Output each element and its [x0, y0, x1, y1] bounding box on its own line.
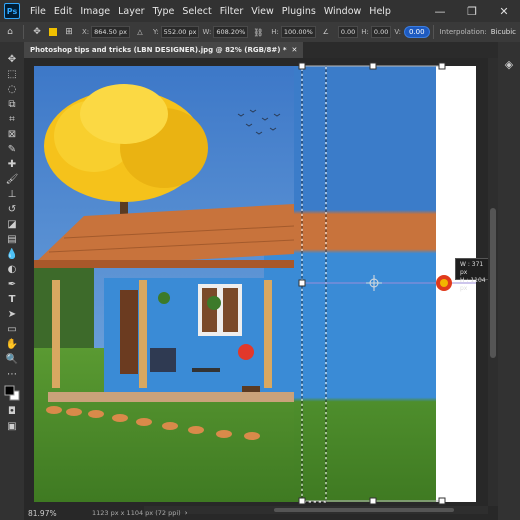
- lasso-icon[interactable]: ◌: [3, 82, 21, 97]
- hskew-field[interactable]: 0.00: [370, 26, 392, 38]
- blur-icon[interactable]: 💧: [3, 247, 21, 262]
- menu-file[interactable]: File: [26, 6, 50, 17]
- reference-point-icon[interactable]: ⊞: [62, 25, 76, 39]
- panel-strip: ◈: [498, 42, 520, 520]
- move-icon[interactable]: ✥: [3, 52, 21, 67]
- hand-icon[interactable]: ✋: [3, 337, 21, 352]
- menu-filter[interactable]: Filter: [216, 6, 248, 17]
- menu-window[interactable]: Window: [320, 6, 365, 17]
- object-select-icon[interactable]: ⧉: [3, 97, 21, 112]
- vskew-label: V:: [394, 28, 401, 36]
- healing-icon[interactable]: ✚: [3, 157, 21, 172]
- screen-mode-icon[interactable]: ▣: [3, 419, 21, 434]
- eyedropper-icon[interactable]: ✎: [3, 142, 21, 157]
- h-field[interactable]: 100.00%: [280, 26, 316, 38]
- rectangle-icon[interactable]: ▭: [3, 322, 21, 337]
- minimize-button[interactable]: —: [424, 0, 456, 22]
- stretched-layer: [294, 66, 436, 502]
- dodge-icon[interactable]: ◐: [3, 262, 21, 277]
- close-button[interactable]: ✕: [488, 0, 520, 22]
- relative-position-icon[interactable]: △: [133, 25, 147, 39]
- toolbar: ✥ ⬚ ◌ ⧉ ⌗ ⊠ ✎ ✚ 🖌 ⊥ ↺ ◪ ▤ 💧 ◐ ✒ T ➤ ▭ ✋ …: [0, 42, 24, 520]
- document-tab-label: Photoshop tips and tricks (LBN DESIGNER)…: [30, 46, 287, 54]
- window-controls: — ❐ ✕: [424, 0, 520, 22]
- workspace[interactable]: [24, 58, 498, 506]
- h-label: H:: [271, 28, 279, 36]
- menu-type[interactable]: Type: [149, 6, 179, 17]
- type-icon[interactable]: T: [3, 292, 21, 307]
- menu-select[interactable]: Select: [178, 6, 215, 17]
- maximize-button[interactable]: ❐: [456, 0, 488, 22]
- divider: [432, 25, 434, 39]
- table: [192, 368, 220, 372]
- zoom-level[interactable]: 81.97%: [28, 509, 72, 518]
- menu-view[interactable]: View: [247, 6, 278, 17]
- document-tab-bar: Photoshop tips and tricks (LBN DESIGNER)…: [24, 42, 520, 58]
- crop-icon[interactable]: ⌗: [3, 112, 21, 127]
- menu-help[interactable]: Help: [365, 6, 395, 17]
- menu-plugins[interactable]: Plugins: [278, 6, 320, 17]
- path-select-icon[interactable]: ➤: [3, 307, 21, 322]
- canvas-artwork[interactable]: [24, 58, 498, 506]
- flower-pot: [238, 344, 254, 360]
- transform-tool-icon[interactable]: ✥: [30, 25, 44, 39]
- stamp-icon[interactable]: ⊥: [3, 187, 21, 202]
- link-icon[interactable]: ⛓: [251, 25, 265, 39]
- vskew-field[interactable]: 0.00: [403, 26, 430, 38]
- status-bar: 81.97% 1123 px x 1104 px (72 ppi) ›: [24, 506, 498, 520]
- options-bar: ⌂ ✥ ⊞ X: 864.50 px △ Y: 552.00 px W: 608…: [0, 22, 520, 42]
- chair: [150, 348, 176, 372]
- home-icon[interactable]: ⌂: [3, 25, 17, 39]
- history-brush-icon[interactable]: ↺: [3, 202, 21, 217]
- x-label: X:: [82, 28, 90, 36]
- photoshop-logo: Ps: [4, 3, 20, 19]
- document-tab[interactable]: Photoshop tips and tricks (LBN DESIGNER)…: [24, 42, 304, 58]
- color-swatch-icon[interactable]: [3, 382, 21, 404]
- angle-icon: ∠: [322, 28, 329, 36]
- w-label: W:: [202, 28, 212, 36]
- document-info: 1123 px x 1104 px (72 ppi): [92, 509, 181, 517]
- menu-edit[interactable]: Edit: [50, 6, 76, 17]
- porch-floor: [48, 392, 294, 402]
- hskew-label: H:: [361, 28, 369, 36]
- hanging-plant: [158, 292, 170, 304]
- interpolation-label: Interpolation:: [439, 28, 487, 36]
- pen-icon[interactable]: ✒: [3, 277, 21, 292]
- angle-field[interactable]: 0.00: [337, 26, 359, 38]
- w-field[interactable]: 608.20%: [213, 26, 249, 38]
- close-tab-icon[interactable]: ✕: [292, 46, 298, 54]
- interpolation-select[interactable]: Bicubic: [491, 28, 516, 36]
- more-tools-icon[interactable]: ⋯: [3, 367, 21, 382]
- frame-icon[interactable]: ⊠: [3, 127, 21, 142]
- scroll-thumb[interactable]: [490, 208, 496, 358]
- status-arrow-icon[interactable]: ›: [185, 509, 188, 517]
- layers-panel-icon[interactable]: ◈: [501, 56, 517, 72]
- zoom-icon[interactable]: 🔍: [3, 352, 21, 367]
- y-field[interactable]: 552.00 px: [160, 26, 200, 38]
- x-field[interactable]: 864.50 px: [91, 26, 130, 38]
- menu-bar: Ps File Edit Image Layer Type Select Fil…: [0, 0, 520, 22]
- brush-icon[interactable]: 🖌: [3, 172, 21, 187]
- menu-image[interactable]: Image: [76, 6, 114, 17]
- menu-layer[interactable]: Layer: [114, 6, 149, 17]
- door: [120, 290, 138, 374]
- reference-point-checkbox-icon[interactable]: [49, 28, 57, 36]
- quick-mask-icon[interactable]: ◘: [3, 404, 21, 419]
- marquee-icon[interactable]: ⬚: [3, 67, 21, 82]
- gradient-icon[interactable]: ▤: [3, 232, 21, 247]
- vertical-scrollbar[interactable]: [488, 58, 498, 506]
- background-trees: [34, 268, 94, 348]
- eraser-icon[interactable]: ◪: [3, 217, 21, 232]
- y-label: Y:: [152, 28, 159, 36]
- divider: [23, 25, 24, 39]
